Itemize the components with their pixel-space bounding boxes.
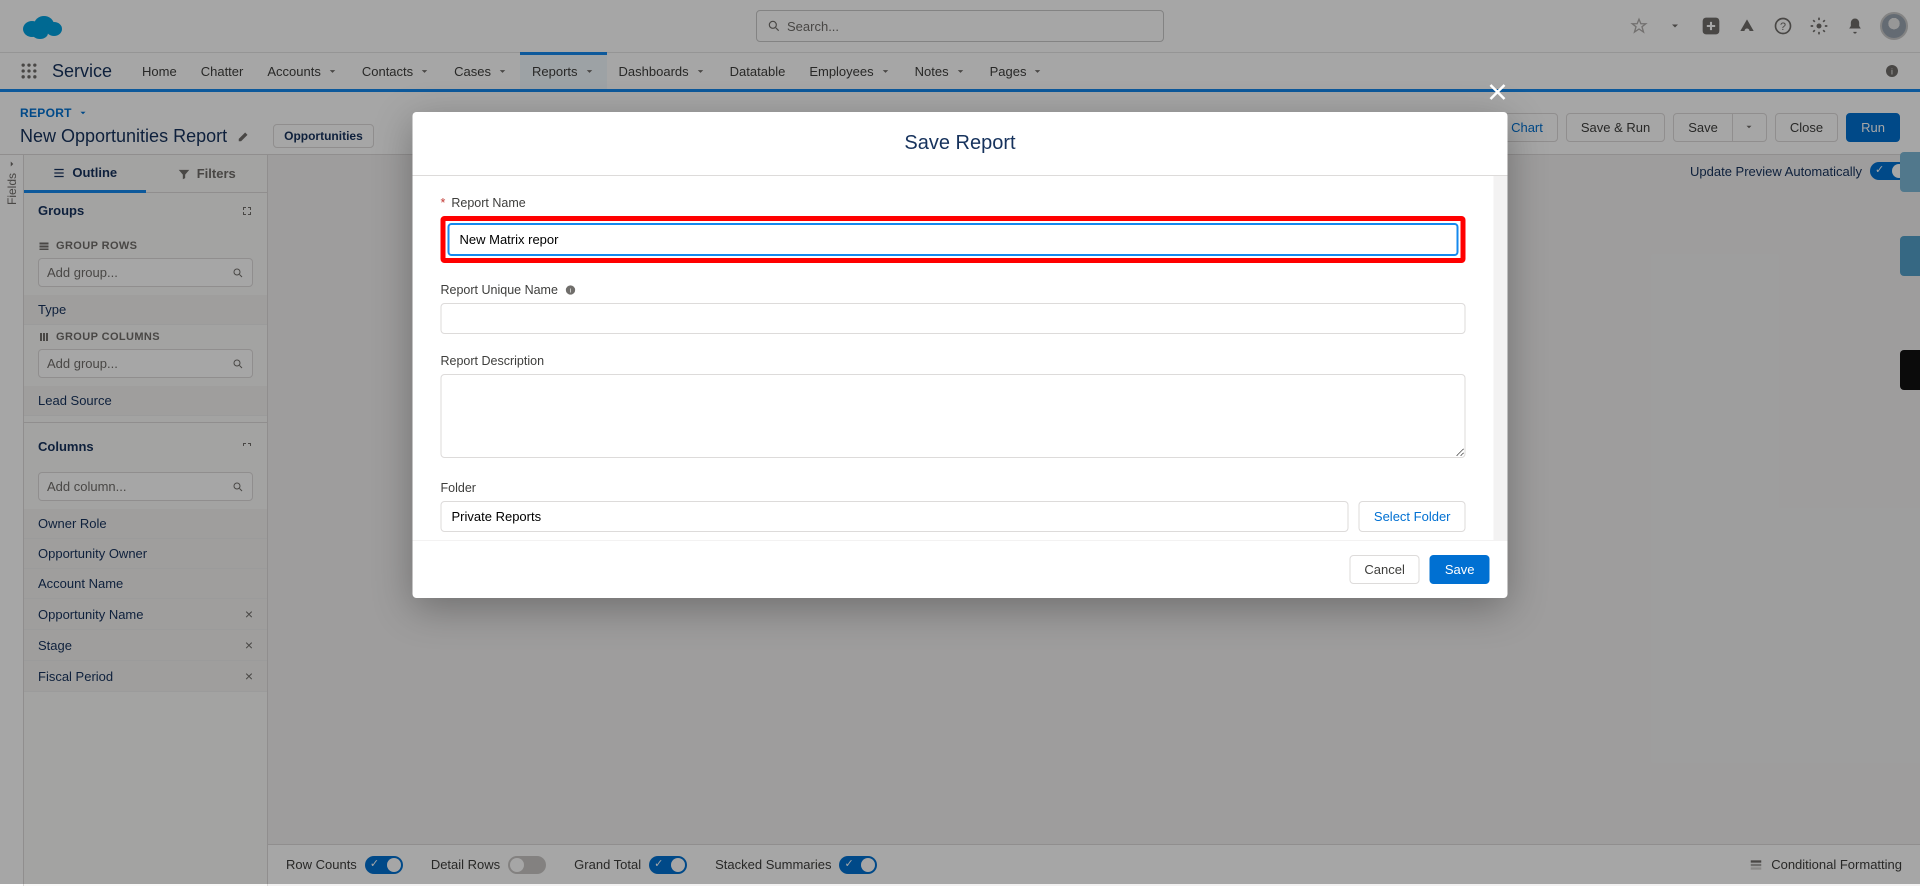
- report-unique-name-input[interactable]: [441, 303, 1466, 334]
- report-description-input[interactable]: [441, 374, 1466, 458]
- report-name-field: *Report Name: [441, 196, 1466, 263]
- folder-field: Folder Select Folder: [441, 481, 1466, 532]
- folder-input[interactable]: [441, 501, 1349, 532]
- modal-cancel-button[interactable]: Cancel: [1349, 555, 1419, 584]
- svg-text:i: i: [570, 287, 571, 294]
- modal-title: Save Report: [413, 112, 1508, 176]
- modal-close-button[interactable]: [1486, 80, 1510, 104]
- select-folder-button[interactable]: Select Folder: [1359, 501, 1466, 532]
- modal-save-button[interactable]: Save: [1430, 555, 1490, 584]
- save-report-modal: Save Report *Report Name Report Unique N…: [413, 112, 1508, 598]
- report-description-field: Report Description: [441, 354, 1466, 461]
- report-unique-name-field: Report Unique Name i: [441, 283, 1466, 334]
- info-icon[interactable]: i: [564, 283, 578, 297]
- report-name-input[interactable]: [448, 223, 1459, 256]
